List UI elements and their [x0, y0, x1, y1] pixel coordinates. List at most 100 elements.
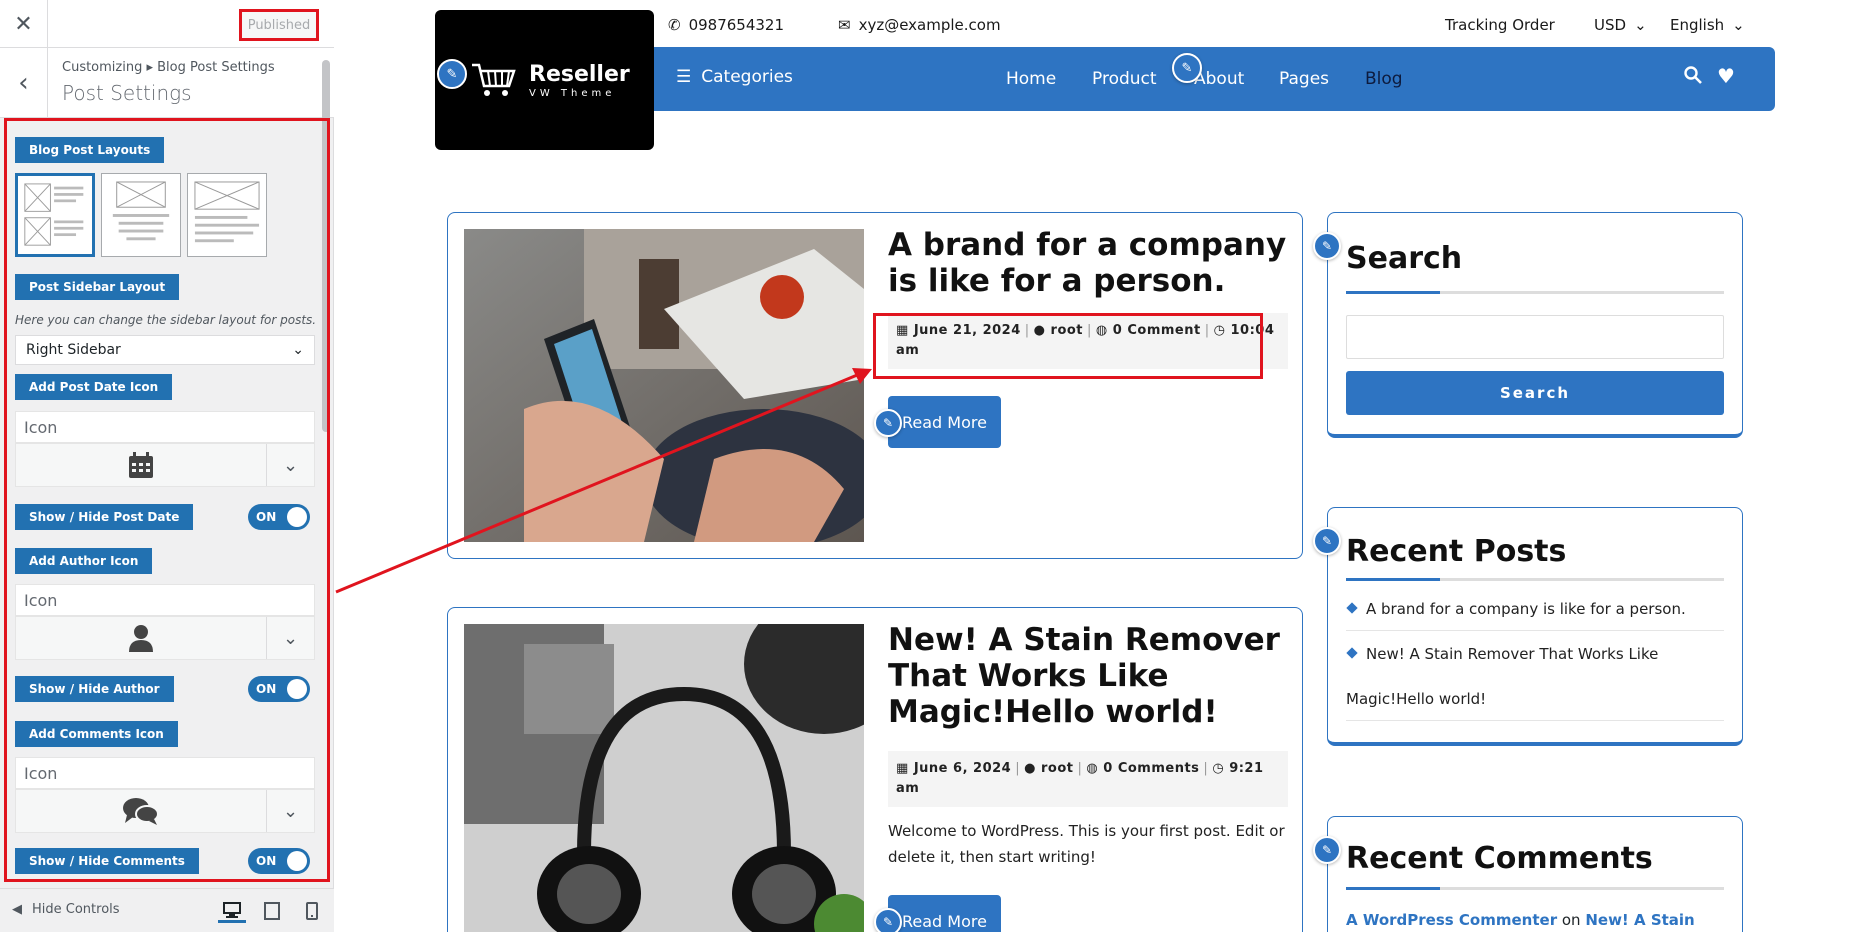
hide-controls-button[interactable]: ◀ Hide Controls: [12, 902, 120, 917]
heart-icon[interactable]: ♥: [1717, 64, 1735, 88]
categories-button[interactable]: ☰ Categories: [676, 67, 793, 87]
author-toggle[interactable]: ON: [248, 676, 310, 702]
recent-post-link[interactable]: A brand for a company is like for a pers…: [1366, 600, 1686, 618]
recent-post-item[interactable]: A brand for a company is like for a pers…: [1346, 600, 1724, 631]
currency-select[interactable]: USD ⌄: [1594, 16, 1647, 34]
search-input[interactable]: [1346, 315, 1724, 359]
desktop-icon: [223, 901, 241, 918]
add-comments-icon-heading: Add Comments Icon: [15, 721, 178, 747]
chevron-down-icon: ⌄: [1732, 16, 1745, 34]
layout-option-center[interactable]: [101, 173, 181, 257]
currency-value: USD: [1594, 16, 1627, 34]
sidebar-layout-value: Right Sidebar: [26, 342, 121, 358]
widget-title: Search: [1346, 241, 1463, 276]
language-select[interactable]: English ⌄: [1670, 16, 1745, 34]
desktop-preview-button[interactable]: [218, 899, 246, 923]
mobile-preview-button[interactable]: [298, 899, 326, 923]
edit-shortcut-logo[interactable]: ✎: [437, 59, 467, 89]
nav-product[interactable]: Product: [1092, 69, 1157, 89]
layout-center-icon: [112, 181, 170, 241]
author-icon-input[interactable]: Icon: [15, 584, 315, 616]
post-featured-image[interactable]: [464, 229, 864, 542]
chevron-left-icon: ‹: [18, 68, 29, 98]
edit-shortcut-read-more[interactable]: ✎: [874, 409, 902, 437]
sidebar-layout-help: Here you can change the sidebar layout f…: [15, 313, 317, 327]
add-author-icon-heading: Add Author Icon: [15, 548, 153, 574]
comment-author-link[interactable]: A WordPress Commenter: [1346, 911, 1557, 929]
post-date-icon-picker[interactable]: ⌄: [15, 443, 315, 487]
post-date-toggle[interactable]: ON: [248, 504, 310, 530]
brand-name: Reseller: [529, 62, 630, 87]
widget-title: Recent Posts: [1346, 534, 1567, 569]
layout-left-image-icon: [24, 183, 84, 246]
chevron-down-icon[interactable]: ⌄: [266, 617, 314, 659]
brand-tagline: VW Theme: [529, 88, 616, 99]
recent-post-link[interactable]: New! A Stain Remover That Works Like: [1366, 645, 1658, 663]
widget-title: Recent Comments: [1346, 841, 1653, 876]
phone-icon: ✆: [668, 16, 681, 34]
phone-number: 0987654321: [688, 16, 785, 34]
search-widget: Search Search: [1327, 212, 1743, 438]
site-logo[interactable]: Reseller VW Theme: [435, 10, 654, 150]
blog-post-layouts-heading: Blog Post Layouts: [15, 137, 165, 163]
tracking-order-link[interactable]: Tracking Order: [1445, 16, 1555, 34]
site-preview: ✆ 0987654321 ✉ xyz@example.com Tracking Or…: [334, 0, 1868, 932]
author-icon-picker[interactable]: ⌄: [15, 616, 315, 660]
nav-pages[interactable]: Pages: [1279, 69, 1329, 89]
tablet-preview-button[interactable]: [258, 899, 286, 923]
diamond-bullet-icon: [1346, 602, 1358, 614]
edit-shortcut-recent-comments[interactable]: ✎: [1313, 836, 1341, 864]
search-icon[interactable]: [1684, 66, 1702, 89]
post-title[interactable]: New! A Stain Remover That Works Like Mag…: [888, 622, 1288, 730]
edit-shortcut-menu[interactable]: ✎: [1172, 53, 1202, 83]
edit-shortcut-read-more[interactable]: ✎: [874, 908, 902, 932]
phone-contact[interactable]: ✆ 0987654321: [668, 16, 784, 34]
back-button[interactable]: ‹: [0, 48, 48, 118]
nav-about[interactable]: About: [1194, 69, 1244, 89]
breadcrumb: Customizing ▸ Blog Post Settings: [62, 60, 275, 75]
pencil-icon: ✎: [1321, 239, 1333, 253]
edit-shortcut-recent-posts[interactable]: ✎: [1313, 527, 1341, 555]
recent-post-link[interactable]: Magic!Hello world!: [1346, 690, 1486, 708]
chevron-down-icon[interactable]: ⌄: [266, 790, 314, 832]
read-more-button[interactable]: Read More: [888, 895, 1001, 932]
chevron-down-icon: ⌄: [1634, 16, 1647, 34]
layout-option-left-image[interactable]: [15, 173, 95, 257]
highlight-post-meta: [873, 313, 1263, 379]
recent-post-item-continued[interactable]: Magic!Hello world!: [1346, 690, 1724, 721]
chevron-down-icon[interactable]: ⌄: [266, 444, 314, 486]
comment-post-link[interactable]: New! A Stain: [1585, 911, 1694, 929]
headphones-photo-image: [464, 624, 864, 932]
search-button[interactable]: Search: [1346, 371, 1724, 415]
calendar-icon: [16, 444, 266, 486]
post-date-icon-input[interactable]: Icon: [15, 411, 315, 443]
sidebar-layout-select[interactable]: Right Sidebar ⌄: [15, 335, 315, 365]
toggle-state: ON: [256, 682, 277, 696]
toggle-state: ON: [256, 510, 277, 524]
add-post-date-icon-heading: Add Post Date Icon: [15, 374, 173, 400]
layout-option-full-image[interactable]: [187, 173, 267, 257]
panel-title: Post Settings: [62, 81, 192, 105]
post-title[interactable]: A brand for a company is like for a pers…: [888, 227, 1288, 299]
comments-icon-picker[interactable]: ⌄: [15, 789, 315, 833]
edit-shortcut-search-widget[interactable]: ✎: [1313, 232, 1341, 260]
show-hide-post-date-label: Show / Hide Post Date: [15, 504, 194, 530]
comments-toggle[interactable]: ON: [248, 848, 310, 874]
nav-blog[interactable]: Blog: [1365, 69, 1403, 89]
envelope-icon: ✉: [838, 16, 851, 34]
close-customizer-button[interactable]: ✕: [0, 0, 48, 48]
nav-home[interactable]: Home: [1006, 69, 1056, 89]
post-author[interactable]: root: [1041, 761, 1074, 776]
read-more-button[interactable]: Read More: [888, 396, 1001, 448]
email-contact[interactable]: ✉ xyz@example.com: [838, 16, 1001, 34]
published-button[interactable]: Published: [239, 9, 319, 41]
show-hide-comments-label: Show / Hide Comments: [15, 848, 199, 874]
post-featured-image[interactable]: [464, 624, 864, 932]
recent-post-item[interactable]: New! A Stain Remover That Works Like: [1346, 645, 1724, 675]
post-comments[interactable]: 0 Comments: [1103, 761, 1199, 776]
comments-icon-input[interactable]: Icon: [15, 757, 315, 789]
phone-photo-image: [464, 229, 864, 542]
panel-header: ‹ Customizing ▸ Blog Post Settings Post …: [0, 48, 334, 118]
email-address: xyz@example.com: [858, 16, 1001, 34]
pencil-icon: ✎: [446, 66, 458, 82]
